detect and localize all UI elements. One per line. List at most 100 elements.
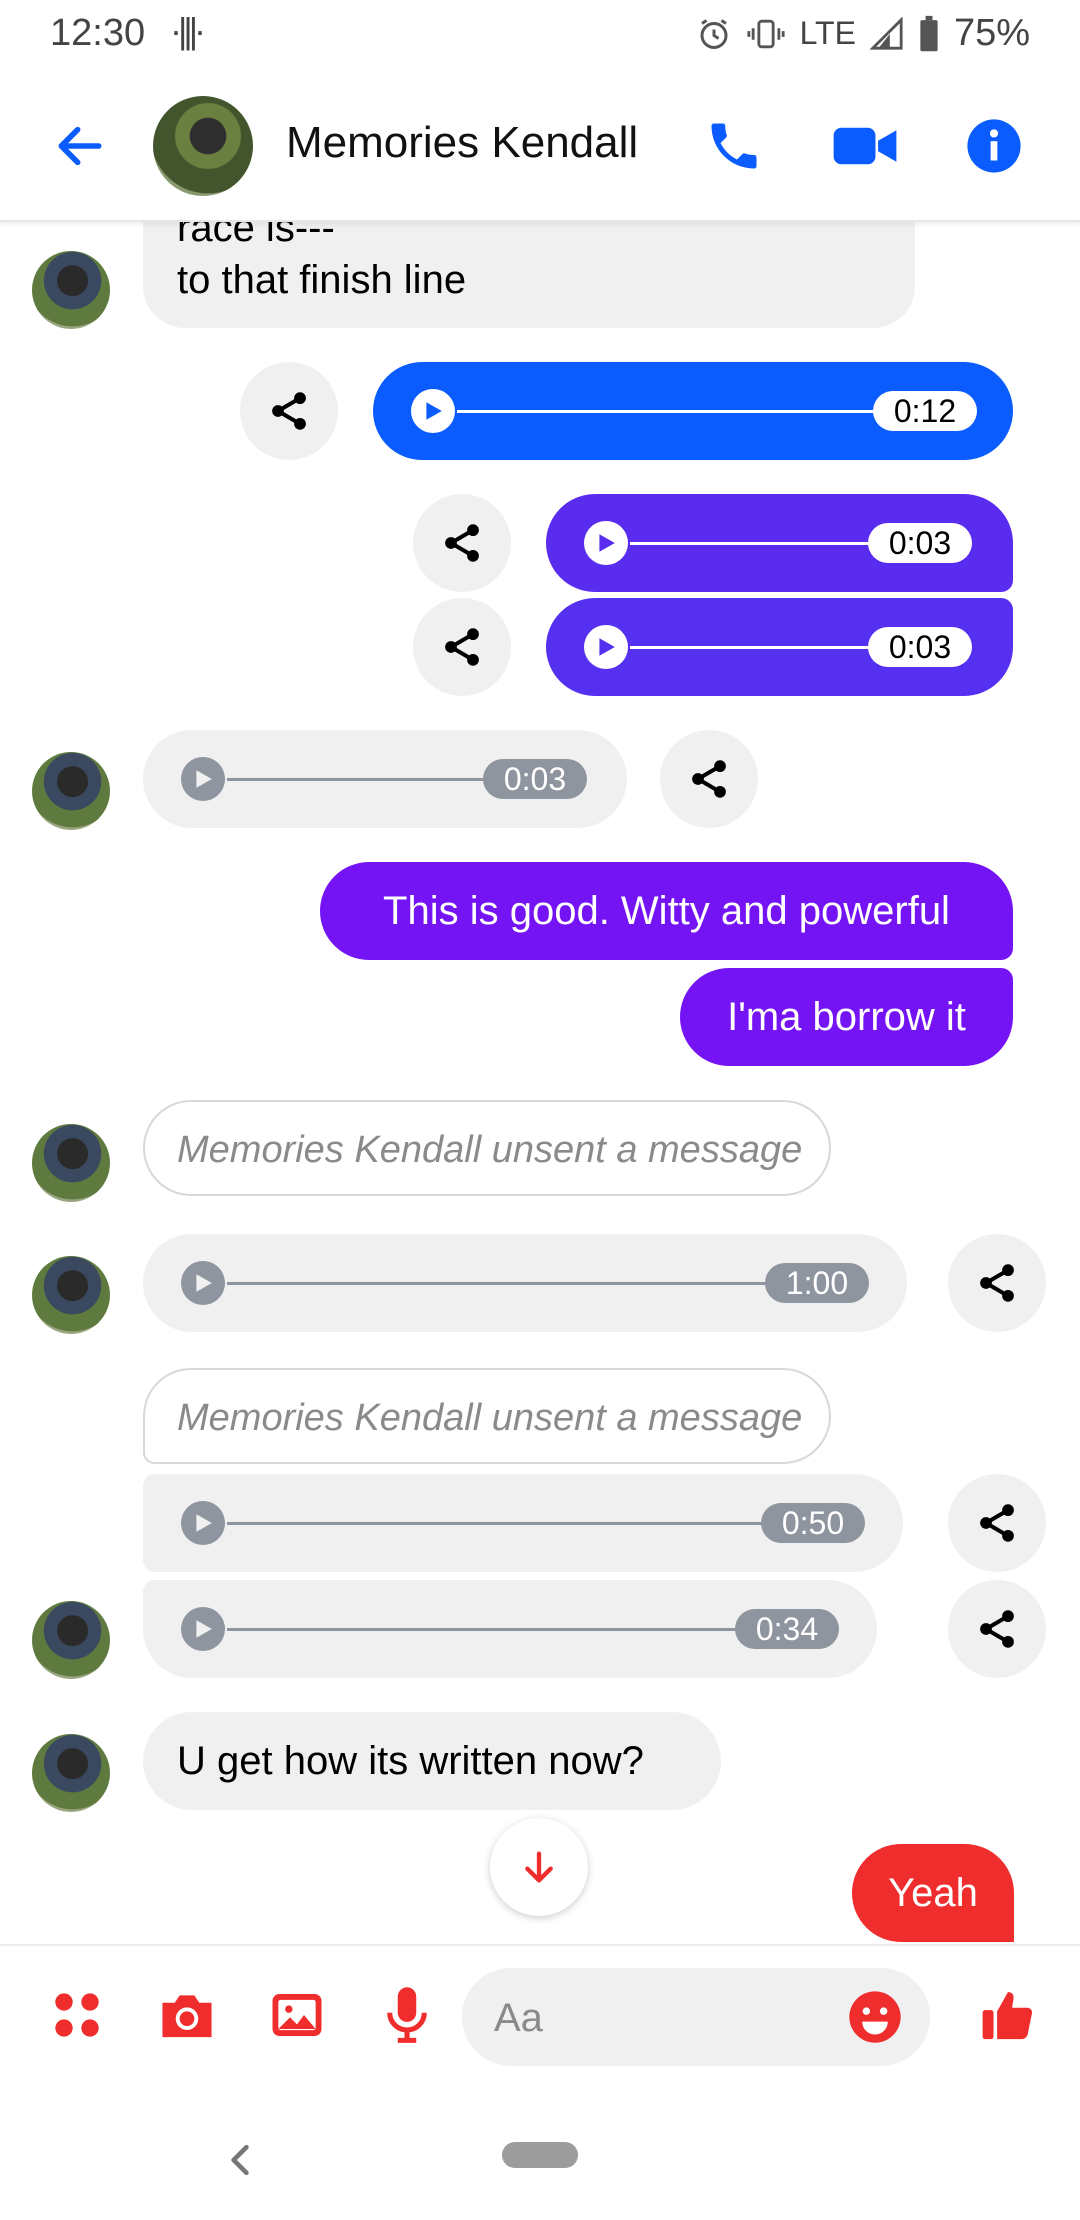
- share-icon: [445, 524, 479, 562]
- share-icon: [445, 628, 479, 666]
- audio-progress-track[interactable]: [227, 1522, 783, 1525]
- camera-icon: [162, 1995, 212, 2038]
- camera-button[interactable]: [150, 1978, 224, 2052]
- image-icon: [272, 1994, 322, 2036]
- audio-progress-track[interactable]: [227, 778, 507, 781]
- battery-level: 75%: [953, 12, 1030, 54]
- four-dots-icon: [55, 1993, 99, 2037]
- audio-progress-track[interactable]: [227, 1282, 787, 1285]
- audio-duration: 0:34: [735, 1609, 839, 1649]
- play-button[interactable]: [181, 1607, 225, 1651]
- message-text-line: to that finish line: [177, 258, 467, 302]
- audio-message-outgoing[interactable]: 0:03: [546, 494, 1013, 592]
- status-right: LTE 75%: [696, 12, 1030, 55]
- home-gesture-pill[interactable]: [502, 2142, 578, 2168]
- alarm-icon: [700, 18, 728, 49]
- play-icon: [196, 1620, 212, 1638]
- audio-duration: 0:03: [483, 759, 587, 799]
- play-button[interactable]: [181, 757, 225, 801]
- sender-avatar[interactable]: [32, 1124, 110, 1202]
- share-icon: [272, 392, 306, 430]
- audio-progress-track[interactable]: [630, 542, 880, 545]
- audio-progress-track[interactable]: [630, 646, 880, 649]
- share-icon: [980, 1610, 1014, 1648]
- conversation-info-button[interactable]: [950, 102, 1038, 190]
- share-button[interactable]: [240, 362, 338, 460]
- play-button[interactable]: [584, 521, 628, 565]
- message-bubble-outgoing[interactable]: I'ma borrow it: [680, 968, 1013, 1066]
- phone-icon: [711, 123, 757, 169]
- sender-avatar[interactable]: [32, 1734, 110, 1812]
- back-arrow-icon: [58, 126, 102, 166]
- emoji-button[interactable]: [842, 1984, 908, 2050]
- like-button[interactable]: [968, 1978, 1048, 2052]
- play-icon: [599, 534, 615, 552]
- more-actions-button[interactable]: [40, 1978, 114, 2052]
- audio-message-incoming[interactable]: 1:00: [143, 1234, 907, 1332]
- info-icon: [967, 119, 1021, 173]
- message-bubble-outgoing[interactable]: This is good. Witty and powerful: [320, 862, 1013, 960]
- audio-progress-track[interactable]: [227, 1628, 757, 1631]
- play-icon: [196, 770, 212, 788]
- sender-avatar[interactable]: [32, 1256, 110, 1334]
- play-icon: [426, 402, 442, 420]
- sender-avatar[interactable]: [32, 251, 110, 329]
- audio-message-outgoing[interactable]: 0:12: [373, 362, 1013, 460]
- share-icon: [980, 1264, 1014, 1302]
- audio-duration: 0:50: [761, 1503, 865, 1543]
- microphone-icon: [387, 1987, 427, 2043]
- vibrate-icon: [747, 19, 785, 48]
- quick-reply-chip[interactable]: Yeah: [852, 1844, 1014, 1942]
- gallery-button[interactable]: [260, 1978, 334, 2052]
- status-time: 12:30: [50, 12, 146, 54]
- play-button[interactable]: [411, 389, 455, 433]
- unsent-text: Memories Kendall unsent a message: [177, 1397, 803, 1439]
- status-bar: 12:30 ·|||· LTE 75%: [0, 0, 1080, 66]
- share-button[interactable]: [660, 730, 758, 828]
- audio-message-incoming[interactable]: 0:03: [143, 730, 627, 828]
- play-icon: [196, 1514, 212, 1532]
- composer-bar: Aa: [0, 1944, 1080, 2086]
- unsent-message-notice: Memories Kendall unsent a message: [143, 1100, 831, 1196]
- smiley-icon: [849, 1991, 901, 2043]
- system-back-button[interactable]: [210, 2130, 270, 2190]
- audio-duration: 0:03: [868, 523, 972, 563]
- voice-call-button[interactable]: [690, 102, 778, 190]
- share-icon: [692, 760, 726, 798]
- audio-duration: 0:03: [868, 627, 972, 667]
- audio-message-incoming[interactable]: 0:50: [143, 1474, 903, 1572]
- sender-avatar[interactable]: [32, 752, 110, 830]
- play-button[interactable]: [584, 625, 628, 669]
- share-button[interactable]: [413, 598, 511, 696]
- message-text: U get how its written now?: [177, 1739, 644, 1783]
- message-input[interactable]: Aa: [462, 1968, 930, 2066]
- message-text: This is good. Witty and powerful: [383, 889, 950, 933]
- share-button[interactable]: [948, 1474, 1046, 1572]
- quick-reply-label: Yeah: [888, 1871, 978, 1915]
- back-button[interactable]: [40, 106, 120, 186]
- audio-message-incoming[interactable]: 0:34: [143, 1580, 877, 1678]
- play-icon: [196, 1274, 212, 1292]
- share-button[interactable]: [948, 1580, 1046, 1678]
- audio-duration: 1:00: [765, 1263, 869, 1303]
- audio-progress-track[interactable]: [457, 410, 877, 413]
- signal-icon: [869, 16, 903, 50]
- unsent-message-notice: Memories Kendall unsent a message: [143, 1368, 831, 1464]
- play-icon: [599, 638, 615, 656]
- voice-activity-icon: ·|||·: [170, 10, 206, 51]
- contact-name[interactable]: Memories Kendall: [286, 118, 638, 168]
- arrow-down-icon: [525, 1851, 553, 1883]
- voice-record-button[interactable]: [370, 1978, 444, 2052]
- conversation-header: Memories Kendall: [0, 66, 1080, 222]
- scroll-to-bottom-button[interactable]: [490, 1818, 588, 1916]
- play-button[interactable]: [181, 1261, 225, 1305]
- share-button[interactable]: [948, 1234, 1046, 1332]
- message-text: I'ma borrow it: [727, 995, 966, 1039]
- audio-message-outgoing[interactable]: 0:03: [546, 598, 1013, 696]
- play-button[interactable]: [181, 1501, 225, 1545]
- contact-avatar[interactable]: [153, 96, 253, 196]
- share-button[interactable]: [413, 494, 511, 592]
- video-call-button[interactable]: [820, 102, 910, 190]
- sender-avatar[interactable]: [32, 1601, 110, 1679]
- message-bubble-incoming[interactable]: U get how its written now?: [143, 1712, 721, 1810]
